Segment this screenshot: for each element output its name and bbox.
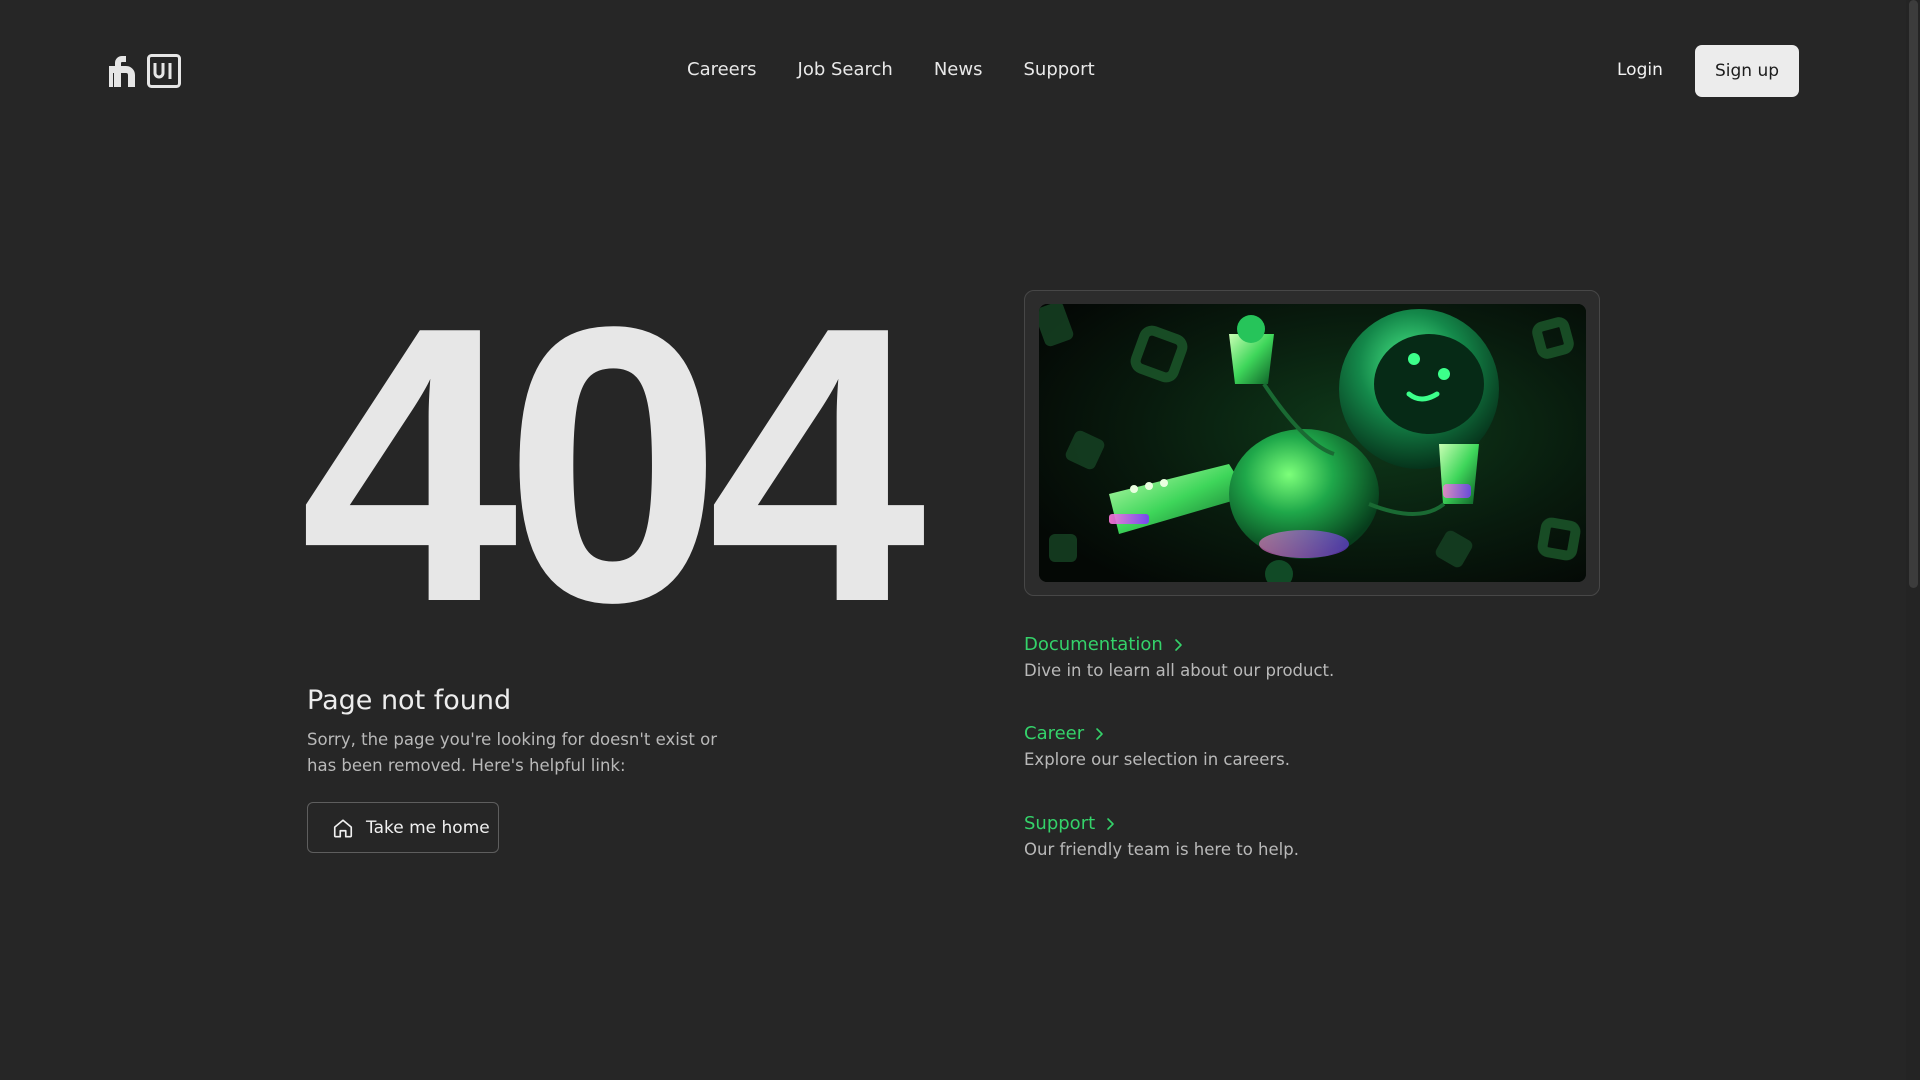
link-career-title[interactable]: Career (1024, 721, 1524, 747)
robot-illustration (1039, 304, 1586, 582)
logo-ui-icon (147, 54, 181, 88)
robot-image (1039, 304, 1586, 582)
signup-button[interactable]: Sign up (1695, 45, 1799, 97)
link-support-label[interactable]: Support (1024, 811, 1095, 837)
link-documentation-title[interactable]: Documentation (1024, 632, 1524, 658)
page-title: Page not found (307, 685, 512, 716)
home-button-label: Take me home (366, 817, 490, 838)
link-documentation-label[interactable]: Documentation (1024, 632, 1163, 658)
chevron-right-icon (1174, 639, 1182, 651)
link-career-description: Explore our selection in careers. (1024, 750, 1290, 769)
nav-news[interactable]: News (934, 56, 983, 84)
nav-careers[interactable]: Careers (687, 56, 757, 84)
error-code: 404 (300, 246, 926, 684)
scrollbar[interactable] (1906, 0, 1920, 1080)
link-documentation[interactable]: Documentation Dive in to learn all about… (1024, 632, 1524, 683)
login-button[interactable]: Login (1617, 56, 1663, 84)
chevron-right-icon (1096, 728, 1103, 740)
chevron-right-icon (1107, 818, 1114, 830)
take-me-home-button[interactable]: Take me home (307, 802, 499, 853)
link-support-title[interactable]: Support (1024, 811, 1524, 837)
link-career-label[interactable]: Career (1024, 721, 1084, 747)
error-description: Sorry, the page you're looking for doesn… (307, 730, 717, 775)
illustration-card (1024, 290, 1600, 596)
link-documentation-description: Dive in to learn all about our product. (1024, 661, 1335, 680)
main-nav: Careers Job Search News Support (687, 56, 1095, 84)
link-career[interactable]: Career Explore our selection in careers. (1024, 721, 1524, 772)
home-icon (333, 818, 353, 838)
logo-icon[interactable] (107, 53, 181, 89)
nav-job-search[interactable]: Job Search (798, 56, 893, 84)
logo-mark-icon (109, 56, 135, 87)
link-support-description: Our friendly team is here to help. (1024, 840, 1299, 859)
nav-support[interactable]: Support (1023, 56, 1094, 84)
scrollbar-thumb[interactable] (1909, 0, 1918, 588)
link-support[interactable]: Support Our friendly team is here to hel… (1024, 811, 1524, 862)
site-header: Careers Job Search News Support Login Si… (0, 0, 1920, 140)
